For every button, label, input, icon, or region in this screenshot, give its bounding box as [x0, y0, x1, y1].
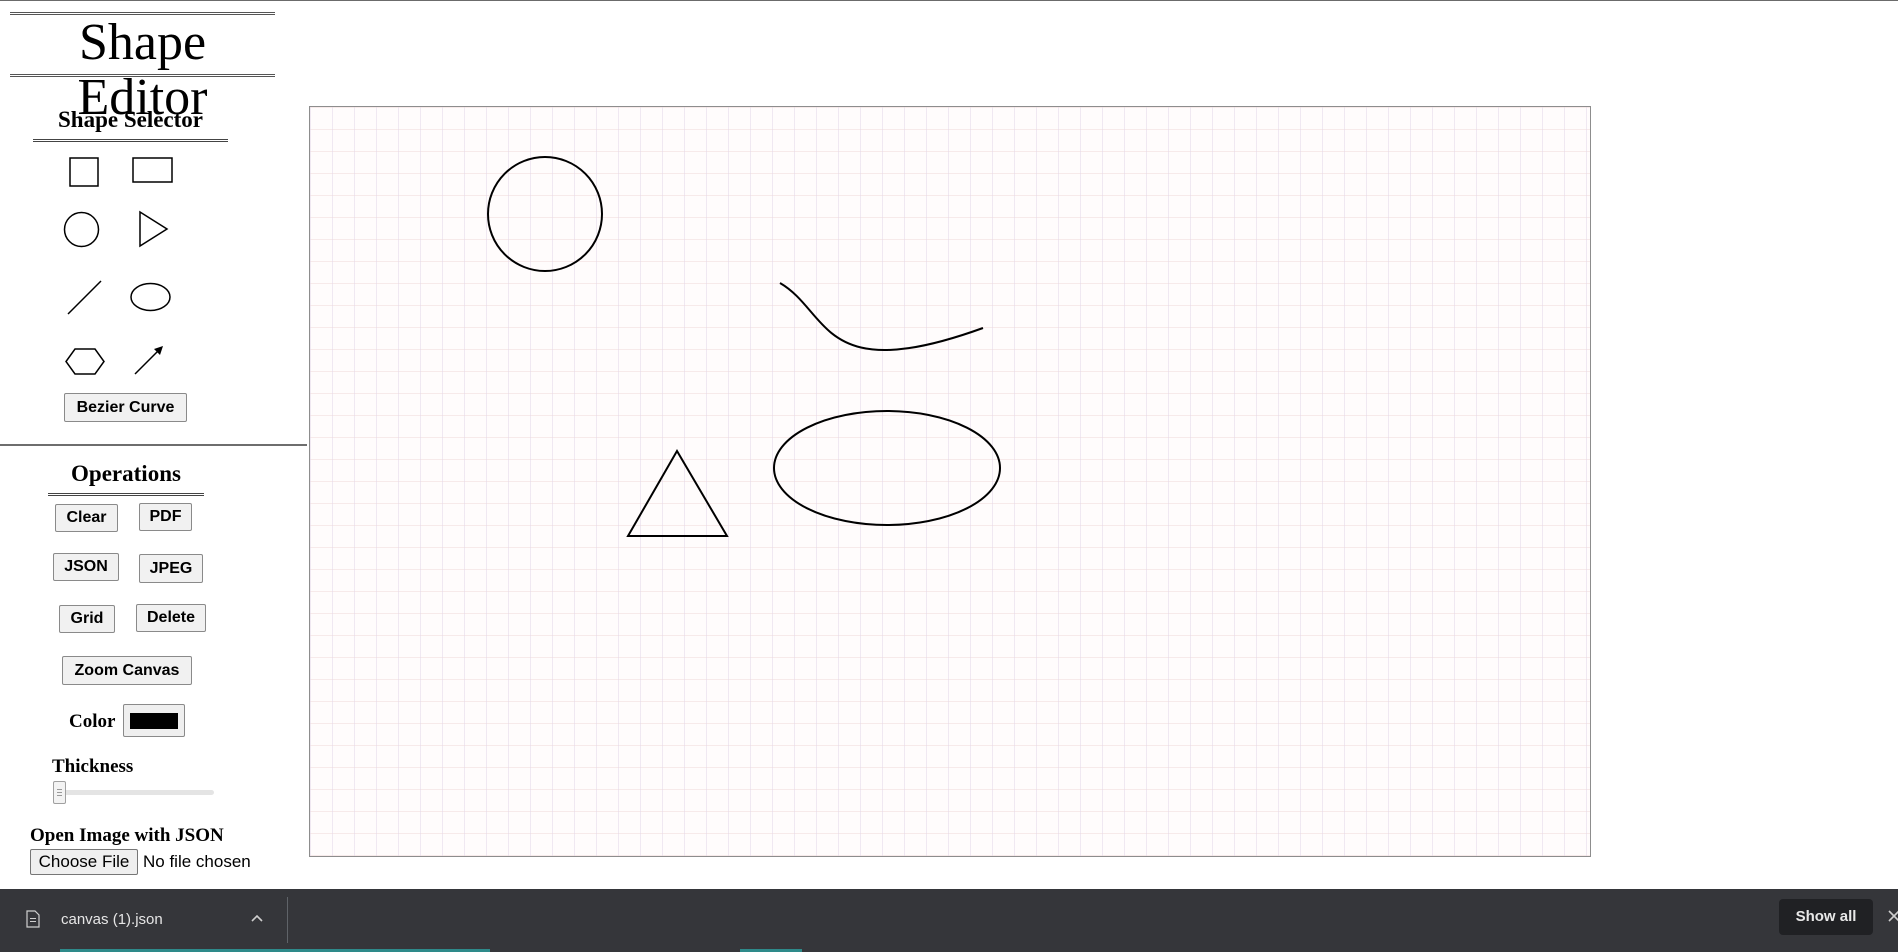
ellipse-icon[interactable]	[130, 282, 171, 312]
file-icon	[26, 910, 40, 928]
choose-file-button[interactable]: Choose File	[30, 849, 138, 875]
grid-button[interactable]: Grid	[59, 605, 115, 633]
download-bar: canvas (1).json Show all	[0, 889, 1898, 952]
json-button[interactable]: JSON	[53, 553, 119, 581]
app-title: Shape Editor	[10, 12, 275, 125]
pdf-button[interactable]: PDF	[139, 503, 192, 531]
line-icon[interactable]	[67, 280, 102, 315]
color-swatch	[130, 713, 178, 729]
canvas-bezier-curve[interactable]	[779, 282, 984, 352]
download-item[interactable]: canvas (1).json	[0, 889, 287, 952]
color-picker[interactable]	[123, 704, 185, 737]
chevron-up-icon[interactable]	[250, 913, 264, 923]
rectangle-icon[interactable]	[132, 157, 173, 183]
file-status: No file chosen	[143, 852, 251, 871]
triangle-icon[interactable]	[139, 210, 169, 248]
bezier-curve-button[interactable]: Bezier Curve	[64, 393, 187, 422]
top-border	[0, 0, 1898, 1]
thickness-label: Thickness	[52, 756, 134, 777]
circle-icon[interactable]	[63, 211, 100, 248]
delete-button[interactable]: Delete	[136, 604, 206, 632]
canvas-triangle[interactable]	[626, 449, 729, 537]
clear-button[interactable]: Clear	[55, 504, 118, 532]
arrow-icon[interactable]	[134, 345, 164, 375]
download-separator	[287, 897, 288, 943]
thickness-slider-track[interactable]	[56, 790, 214, 795]
show-all-button[interactable]: Show all	[1779, 899, 1873, 935]
canvas-circle[interactable]	[487, 156, 603, 272]
download-file-name: canvas (1).json	[61, 911, 163, 928]
hexagon-icon[interactable]	[65, 348, 105, 375]
canvas-ellipse[interactable]	[773, 410, 1001, 526]
drawing-canvas[interactable]	[309, 106, 1591, 857]
shape-selector-heading: Shape Selector	[33, 106, 228, 142]
close-icon[interactable]	[1887, 909, 1898, 923]
color-label: Color	[69, 711, 116, 732]
sidebar-divider	[0, 444, 307, 446]
jpeg-button[interactable]: JPEG	[139, 554, 203, 583]
thickness-slider-thumb[interactable]	[53, 781, 66, 804]
operations-heading: Operations	[48, 460, 204, 496]
square-icon[interactable]	[69, 157, 99, 187]
zoom-canvas-button[interactable]: Zoom Canvas	[62, 656, 192, 685]
open-json-label: Open Image with JSON	[30, 825, 224, 846]
